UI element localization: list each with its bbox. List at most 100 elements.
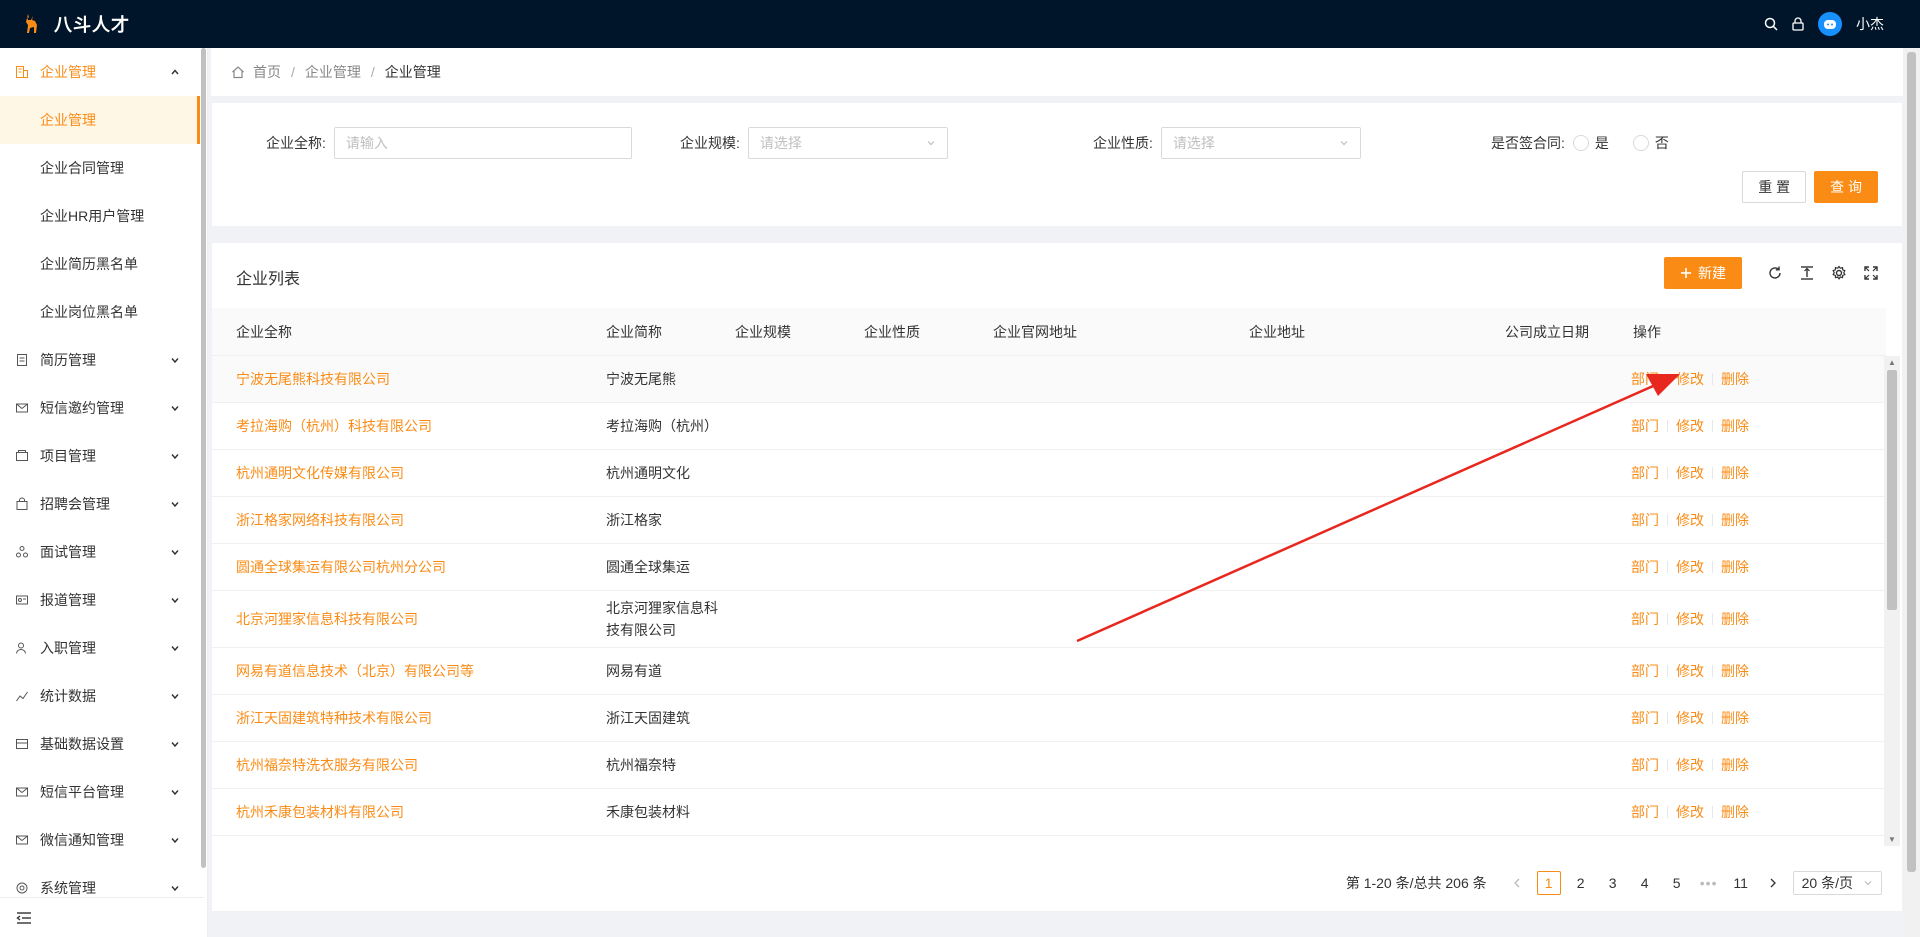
company-name-input[interactable]: 请输入 [333,127,632,159]
scroll-down-icon[interactable]: ▼ [1888,835,1896,844]
sidebar-item-company-contract[interactable]: 企业合同管理 [0,144,200,192]
sidebar-group-project[interactable]: 项目管理 [0,432,200,480]
company-name-link[interactable]: 网易有道信息技术（北京）有限公司等 [236,648,474,694]
delete-link[interactable]: 删除 [1721,415,1749,437]
sidebar-group-statistics[interactable]: 统计数据 [0,672,200,720]
delete-link[interactable]: 删除 [1721,556,1749,578]
delete-link[interactable]: 删除 [1721,754,1749,776]
search-icon[interactable] [1764,17,1778,31]
edit-link[interactable]: 修改 [1676,556,1704,578]
edit-link[interactable]: 修改 [1676,462,1704,484]
home-icon[interactable] [231,65,245,79]
lock-icon[interactable] [1792,17,1804,31]
page-size-select[interactable]: 20 条/页 [1792,871,1882,895]
company-short-name: 浙江天固建筑 [606,710,690,726]
dept-link[interactable]: 部门 [1631,608,1659,630]
avatar[interactable] [1818,12,1842,36]
company-name-link[interactable]: 杭州通明文化传媒有限公司 [236,450,404,496]
sidebar-group-sms-platform[interactable]: 短信平台管理 [0,768,200,816]
page-3-button[interactable]: 3 [1601,871,1625,895]
dept-link[interactable]: 部门 [1631,415,1659,437]
delete-link[interactable]: 删除 [1721,368,1749,390]
page-5-button[interactable]: 5 [1665,871,1689,895]
edit-link[interactable]: 修改 [1676,801,1704,823]
company-scale-select[interactable]: 请选择 [747,127,948,159]
dept-link[interactable]: 部门 [1631,462,1659,484]
fullscreen-icon[interactable] [1862,264,1880,282]
breadcrumb-home[interactable]: 首页 [253,62,281,82]
edit-link[interactable]: 修改 [1676,509,1704,531]
page-scroll-thumb[interactable] [1907,52,1916,872]
company-name-link[interactable]: 浙江天固建筑特种技术有限公司 [236,695,432,741]
sidebar-group-sms-invite[interactable]: 短信邀约管理 [0,384,200,432]
edit-link[interactable]: 修改 [1676,754,1704,776]
query-button[interactable]: 查 询 [1814,171,1878,203]
logo[interactable]: 八斗人才 [20,11,130,37]
sidebar-scrollbar[interactable] [201,48,206,868]
dept-link[interactable]: 部门 [1631,660,1659,682]
edit-link[interactable]: 修改 [1676,368,1704,390]
sidebar-group-wechat-notify[interactable]: 微信通知管理 [0,816,200,864]
company-name-link[interactable]: 北京河狸家信息科技有限公司 [236,591,418,647]
edit-link[interactable]: 修改 [1676,608,1704,630]
contract-no-radio[interactable]: 否 [1632,133,1669,153]
sidebar-group-interview[interactable]: 面试管理 [0,528,200,576]
sidebar-group-onboarding[interactable]: 入职管理 [0,624,200,672]
username[interactable]: 小杰 [1856,14,1884,34]
edit-link[interactable]: 修改 [1676,660,1704,682]
sidebar-group-resume[interactable]: 简历管理 [0,336,200,384]
delete-link[interactable]: 删除 [1721,509,1749,531]
page-ellipsis[interactable]: ••• [1697,871,1721,895]
sidebar-item-resume-blacklist[interactable]: 企业简历黑名单 [0,240,200,288]
dept-link[interactable]: 部门 [1631,368,1659,390]
reset-button[interactable]: 重 置 [1742,171,1807,203]
dept-link[interactable]: 部门 [1631,707,1659,729]
edit-link[interactable]: 修改 [1676,707,1704,729]
page-2-button[interactable]: 2 [1569,871,1593,895]
delete-link[interactable]: 删除 [1721,707,1749,729]
sidebar-group-company[interactable]: 企业管理 [0,48,200,96]
page-last-button[interactable]: 11 [1729,871,1753,895]
delete-link[interactable]: 删除 [1721,462,1749,484]
dept-link[interactable]: 部门 [1631,754,1659,776]
sidebar-item-position-blacklist[interactable]: 企业岗位黑名单 [0,288,200,336]
dept-link[interactable]: 部门 [1631,556,1659,578]
reload-icon[interactable] [1766,264,1784,282]
sidebar-collapse-button[interactable] [0,897,204,937]
column-height-icon[interactable] [1798,264,1816,282]
company-name-link[interactable]: 宁波无尾熊科技有限公司 [236,356,390,402]
scroll-thumb[interactable] [1887,370,1897,610]
delete-link[interactable]: 删除 [1721,660,1749,682]
sidebar-group-basic-data[interactable]: 基础数据设置 [0,720,200,768]
page-4-button[interactable]: 4 [1633,871,1657,895]
sidebar-group-report[interactable]: 报道管理 [0,576,200,624]
sidebar-group-job-fair[interactable]: 招聘会管理 [0,480,200,528]
dept-link[interactable]: 部门 [1631,509,1659,531]
prev-page-button[interactable] [1505,871,1529,895]
setting-icon[interactable] [1830,264,1848,282]
page-1-button[interactable]: 1 [1536,871,1561,895]
table-row: 杭州禾康包装材料有限公司 禾康包装材料 部门 修改 删除 [212,789,1886,836]
scroll-up-icon[interactable]: ▲ [1888,358,1896,367]
company-name-link[interactable]: 浙江格家网络科技有限公司 [236,497,404,543]
company-name-link[interactable]: 杭州福奈特洗衣服务有限公司 [236,742,418,788]
company-short-name: 圆通全球集运 [606,559,690,575]
chevron-down-icon [1864,881,1872,886]
page-scrollbar[interactable] [1903,48,1920,937]
company-name-link[interactable]: 考拉海购（杭州）科技有限公司 [236,403,432,449]
sidebar-item-company-hr-users[interactable]: 企业HR用户管理 [0,192,200,240]
company-name-link[interactable]: 圆通全球集运有限公司杭州分公司 [236,544,446,590]
breadcrumb-level1[interactable]: 企业管理 [305,62,361,82]
company-name-link[interactable]: 杭州禾康包装材料有限公司 [236,789,404,835]
edit-link[interactable]: 修改 [1676,415,1704,437]
table-scrollbar[interactable]: ▲ ▼ [1884,356,1900,846]
contract-yes-radio[interactable]: 是 [1572,133,1609,153]
radio-label: 否 [1654,135,1669,151]
new-button[interactable]: 新建 [1664,257,1742,289]
delete-link[interactable]: 删除 [1721,608,1749,630]
delete-link[interactable]: 删除 [1721,801,1749,823]
next-page-button[interactable] [1761,871,1785,895]
company-nature-select[interactable]: 请选择 [1160,127,1361,159]
sidebar-item-company-manage[interactable]: 企业管理 [0,96,200,144]
dept-link[interactable]: 部门 [1631,801,1659,823]
